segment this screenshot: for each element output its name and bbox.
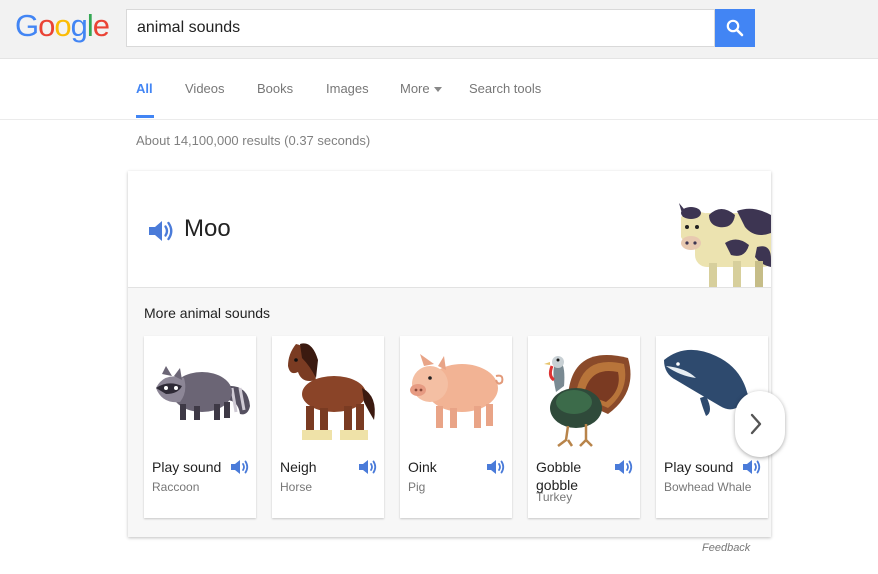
- google-logo[interactable]: Google: [15, 8, 110, 44]
- sound-label: Play sound: [152, 459, 222, 475]
- featured-sound: Moo: [128, 171, 771, 288]
- search-input[interactable]: [127, 10, 714, 46]
- animal-card-raccoon[interactable]: Play sound Raccoon: [144, 336, 256, 518]
- chevron-right-icon: [750, 413, 762, 435]
- tab-more[interactable]: More: [400, 81, 442, 96]
- logo-letter: o: [38, 8, 55, 43]
- search-box: [126, 9, 715, 47]
- more-animal-sounds-title: More animal sounds: [144, 305, 271, 321]
- animal-name: Pig: [408, 480, 426, 494]
- animal-name: Horse: [280, 480, 313, 494]
- search-button[interactable]: [715, 9, 755, 47]
- search-tabs: All Videos Books Images More Search tool…: [0, 59, 878, 120]
- tab-more-label: More: [400, 81, 430, 96]
- logo-letter: e: [92, 8, 110, 43]
- animal-card-turkey[interactable]: Gobble gobble Turkey: [528, 336, 640, 518]
- tab-videos[interactable]: Videos: [185, 81, 225, 96]
- raccoon-illustration: [144, 336, 256, 454]
- tab-books[interactable]: Books: [257, 81, 293, 96]
- logo-letter: g: [70, 8, 88, 43]
- speaker-icon[interactable]: [358, 458, 378, 476]
- animal-sounds-card: Moo More animal sounds Play sound Raccoo…: [128, 171, 785, 537]
- speaker-icon[interactable]: [230, 458, 250, 476]
- next-button[interactable]: [735, 391, 785, 457]
- pig-illustration: [400, 336, 512, 454]
- sound-label: Gobble gobble: [536, 459, 582, 493]
- caret-down-icon: [433, 87, 442, 93]
- feedback-link[interactable]: Feedback: [702, 542, 750, 554]
- animal-name: Bowhead Whale: [664, 480, 752, 494]
- sound-label: Play sound: [664, 459, 734, 475]
- animal-card-pig[interactable]: Oink Pig: [400, 336, 512, 518]
- animal-card-horse[interactable]: Neigh Horse: [272, 336, 384, 518]
- cow-illustration: [675, 189, 771, 287]
- speaker-icon[interactable]: [147, 218, 175, 244]
- speaker-icon[interactable]: [486, 458, 506, 476]
- animal-name: Raccoon: [152, 480, 200, 494]
- speaker-icon[interactable]: [614, 458, 634, 476]
- featured-sound-label[interactable]: Moo: [184, 215, 231, 243]
- animal-name: Turkey: [536, 490, 573, 504]
- tab-all[interactable]: All: [136, 81, 153, 96]
- more-animal-sounds: More animal sounds Play sound Raccoon Ne…: [128, 288, 785, 537]
- logo-letter: G: [15, 8, 39, 43]
- logo-letter: o: [54, 8, 71, 43]
- result-stats: About 14,100,000 results (0.37 seconds): [136, 133, 371, 148]
- tab-images[interactable]: Images: [326, 81, 369, 96]
- tab-search-tools[interactable]: Search tools: [469, 81, 541, 96]
- horse-illustration: [272, 336, 384, 454]
- speaker-icon[interactable]: [742, 458, 762, 476]
- search-icon: [726, 19, 744, 37]
- header-bar: Google: [0, 0, 878, 59]
- active-tab-indicator: [136, 115, 154, 118]
- turkey-illustration: [528, 336, 640, 454]
- sound-label: Neigh: [280, 459, 317, 475]
- sound-label: Oink: [408, 459, 437, 475]
